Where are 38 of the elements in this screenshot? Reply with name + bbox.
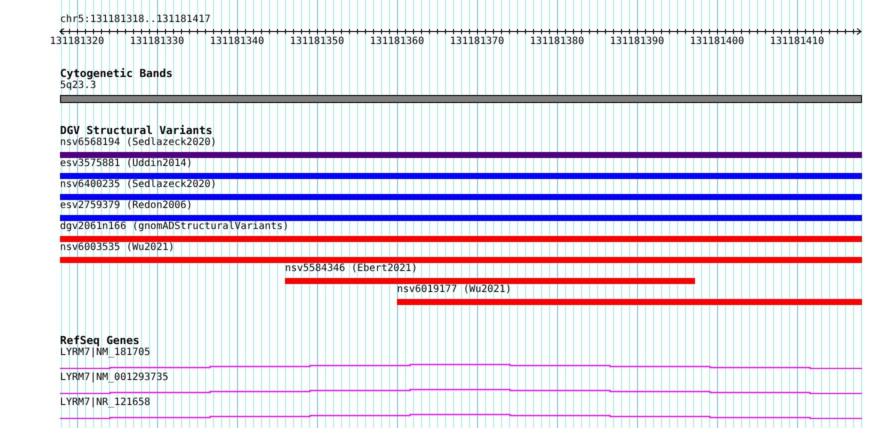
variant-bar[interactable] [60, 215, 862, 221]
position-label: 131181400 [690, 36, 744, 47]
variant-bar[interactable] [60, 152, 862, 158]
intron-line[interactable] [60, 364, 862, 369]
variant-bar[interactable] [60, 173, 862, 179]
variant-bar[interactable] [60, 194, 862, 200]
variant-label: nsv5584346 (Ebert2021) [285, 263, 418, 275]
variant-bar[interactable] [285, 278, 695, 284]
variant-label: dgv2061n166 (gnomADStructuralVariants) [60, 221, 289, 233]
variant-label: esv3575881 (Uddin2014) [60, 158, 192, 170]
variant-label: nsv6568194 (Sedlazeck2020) [60, 137, 217, 149]
position-label: 131181320 [50, 36, 104, 47]
variant-label: nsv6019177 (Wu2021) [397, 284, 512, 296]
position-label: 131181330 [130, 36, 184, 47]
transcript-label: LYRM7|NR_121658 [60, 397, 150, 409]
band-label: 5q23.3 [60, 80, 96, 92]
position-label: 131181340 [210, 36, 264, 47]
position-label: 131181360 [370, 36, 424, 47]
position-label: 131181410 [770, 36, 824, 47]
position-label: 131181370 [450, 36, 504, 47]
intron-line[interactable] [60, 388, 862, 394]
transcript-label: LYRM7|NM_001293735 [60, 372, 168, 384]
variant-label: esv2759379 (Redon2006) [60, 200, 192, 212]
track-title: Cytogenetic Bands [60, 67, 173, 80]
variant-bar[interactable] [60, 236, 862, 242]
position-label: 131181380 [530, 36, 584, 47]
variant-bar[interactable] [60, 257, 862, 263]
variant-label: nsv6003535 (Wu2021) [60, 242, 174, 254]
location-label: chr5:131181318..131181417 [60, 14, 211, 26]
position-label: 131181350 [290, 36, 344, 47]
position-label: 131181390 [610, 36, 664, 47]
transcript-label: LYRM7|NM_181705 [60, 347, 150, 359]
chromosome-band[interactable] [60, 95, 862, 103]
intron-line[interactable] [60, 414, 862, 419]
variant-label: nsv6400235 (Sedlazeck2020) [60, 179, 217, 191]
track-title: RefSeq Genes [60, 334, 140, 347]
variant-bar[interactable] [397, 299, 862, 305]
track-title: DGV Structural Variants [60, 124, 212, 137]
